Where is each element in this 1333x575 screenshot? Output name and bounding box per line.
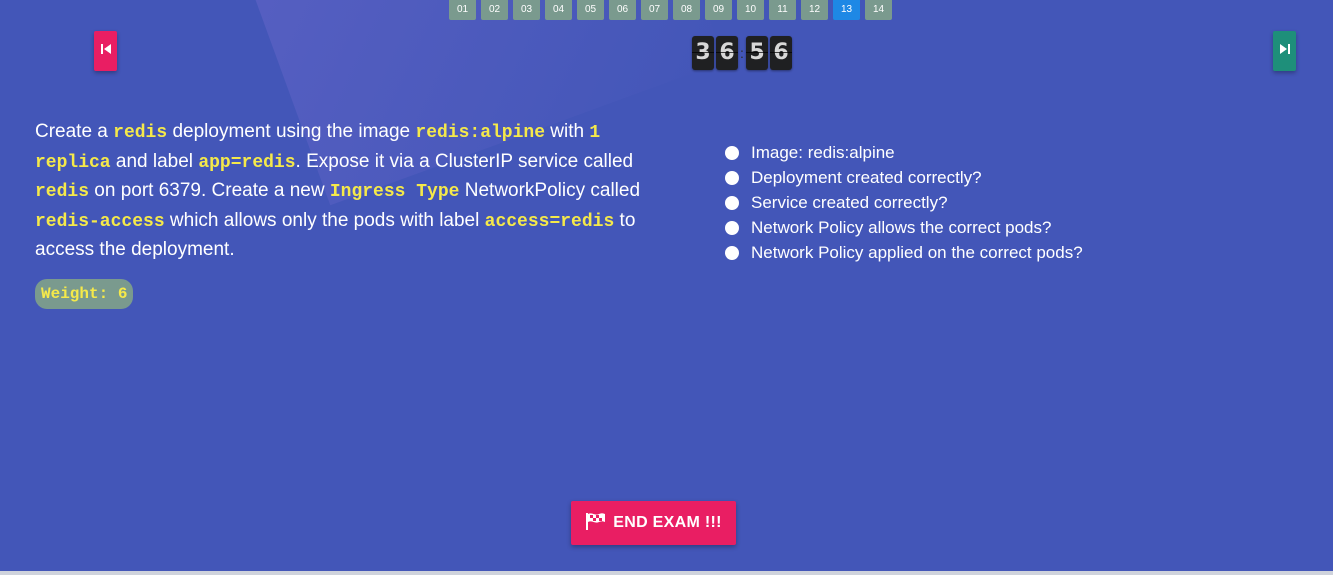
question-code-fragment: redis bbox=[35, 182, 90, 202]
question-text-fragment: which allows only the pods with label bbox=[164, 209, 485, 231]
pager-button-05[interactable]: 05 bbox=[577, 0, 604, 20]
checklist-item-label: Image: redis:alpine bbox=[751, 142, 895, 162]
skip-next-icon bbox=[1279, 42, 1291, 60]
pager-button-04[interactable]: 04 bbox=[545, 0, 572, 20]
pager-button-01[interactable]: 01 bbox=[449, 0, 476, 20]
weight-badge: Weight: 6 bbox=[35, 279, 134, 309]
question-text-fragment: . Expose it via a ClusterIP service call… bbox=[295, 150, 634, 172]
checklist-item: Network Policy applied on the correct po… bbox=[725, 240, 1083, 265]
pager-button-02[interactable]: 02 bbox=[481, 0, 508, 20]
question-text-fragment: deployment using the image bbox=[167, 121, 416, 142]
checklist-item-label: Service created correctly? bbox=[751, 192, 948, 212]
checklist-item-label: Network Policy allows the correct pods? bbox=[751, 217, 1052, 237]
question-code-fragment: redis:alpine bbox=[415, 123, 546, 143]
checklist-item: Service created correctly? bbox=[725, 190, 1083, 215]
timer-minutes-tens: 3 bbox=[692, 36, 714, 70]
end-exam-button[interactable]: END EXAM !!! bbox=[571, 501, 736, 545]
pager-button-13[interactable]: 13 bbox=[833, 0, 860, 20]
checklist-radio[interactable] bbox=[725, 220, 739, 235]
timer-separator: : bbox=[740, 45, 744, 61]
checklist-radio[interactable] bbox=[725, 195, 739, 210]
question-code-fragment: redis-access bbox=[35, 211, 165, 232]
question-code-fragment: access=redis bbox=[484, 211, 615, 232]
checklist-item: Network Policy allows the correct pods? bbox=[725, 215, 1083, 240]
checklist-item: Image: redis:alpine bbox=[725, 140, 1083, 165]
question-text-fragment: Create a bbox=[35, 121, 114, 142]
pager-button-11[interactable]: 11 bbox=[769, 0, 796, 20]
timer-seconds-ones: 6 bbox=[770, 36, 792, 70]
pager-button-09[interactable]: 09 bbox=[705, 0, 732, 20]
pager-button-06[interactable]: 06 bbox=[609, 0, 636, 20]
pager-button-12[interactable]: 12 bbox=[801, 0, 828, 20]
end-exam-label: END EXAM !!! bbox=[613, 514, 722, 531]
timer-minutes-ones: 6 bbox=[716, 36, 738, 70]
question-text-fragment: and label bbox=[110, 150, 199, 172]
skip-previous-icon bbox=[100, 42, 112, 60]
flag-icon bbox=[585, 512, 607, 535]
checklist-item-label: Network Policy applied on the correct po… bbox=[751, 242, 1083, 262]
question-code-fragment: app=redis bbox=[198, 152, 296, 173]
pager-button-08[interactable]: 08 bbox=[673, 0, 700, 20]
question-code-fragment: redis bbox=[113, 123, 168, 143]
question-code-fragment: Ingress Type bbox=[329, 182, 460, 202]
question-pager: 01 02 03 04 05 06 07 08 09 10 11 12 13 14 bbox=[449, 0, 892, 20]
bottom-scrollbar bbox=[0, 571, 1333, 575]
grading-checklist: Image: redis:alpine Deployment created co… bbox=[725, 140, 1083, 265]
checklist-item: Deployment created correctly? bbox=[725, 165, 1083, 190]
pager-button-03[interactable]: 03 bbox=[513, 0, 540, 20]
question-text-fragment: with bbox=[545, 121, 590, 142]
checklist-radio[interactable] bbox=[725, 170, 739, 185]
question-text-fragment: on port 6379. Create a new bbox=[89, 180, 330, 201]
checklist-radio[interactable] bbox=[725, 145, 739, 160]
pager-button-07[interactable]: 07 bbox=[641, 0, 668, 20]
checklist-item-label: Deployment created correctly? bbox=[751, 167, 982, 187]
timer-seconds-tens: 5 bbox=[746, 36, 768, 70]
checklist-radio[interactable] bbox=[725, 245, 739, 260]
pager-button-10[interactable]: 10 bbox=[737, 0, 764, 20]
question-text: Create a redis deployment using the imag… bbox=[35, 118, 665, 265]
previous-question-button[interactable] bbox=[94, 31, 117, 71]
pager-button-14[interactable]: 14 bbox=[865, 0, 892, 20]
next-question-button[interactable] bbox=[1273, 31, 1296, 71]
question-text-fragment: NetworkPolicy called bbox=[459, 180, 641, 201]
countdown-timer: 3 6 : 5 6 bbox=[692, 36, 792, 70]
